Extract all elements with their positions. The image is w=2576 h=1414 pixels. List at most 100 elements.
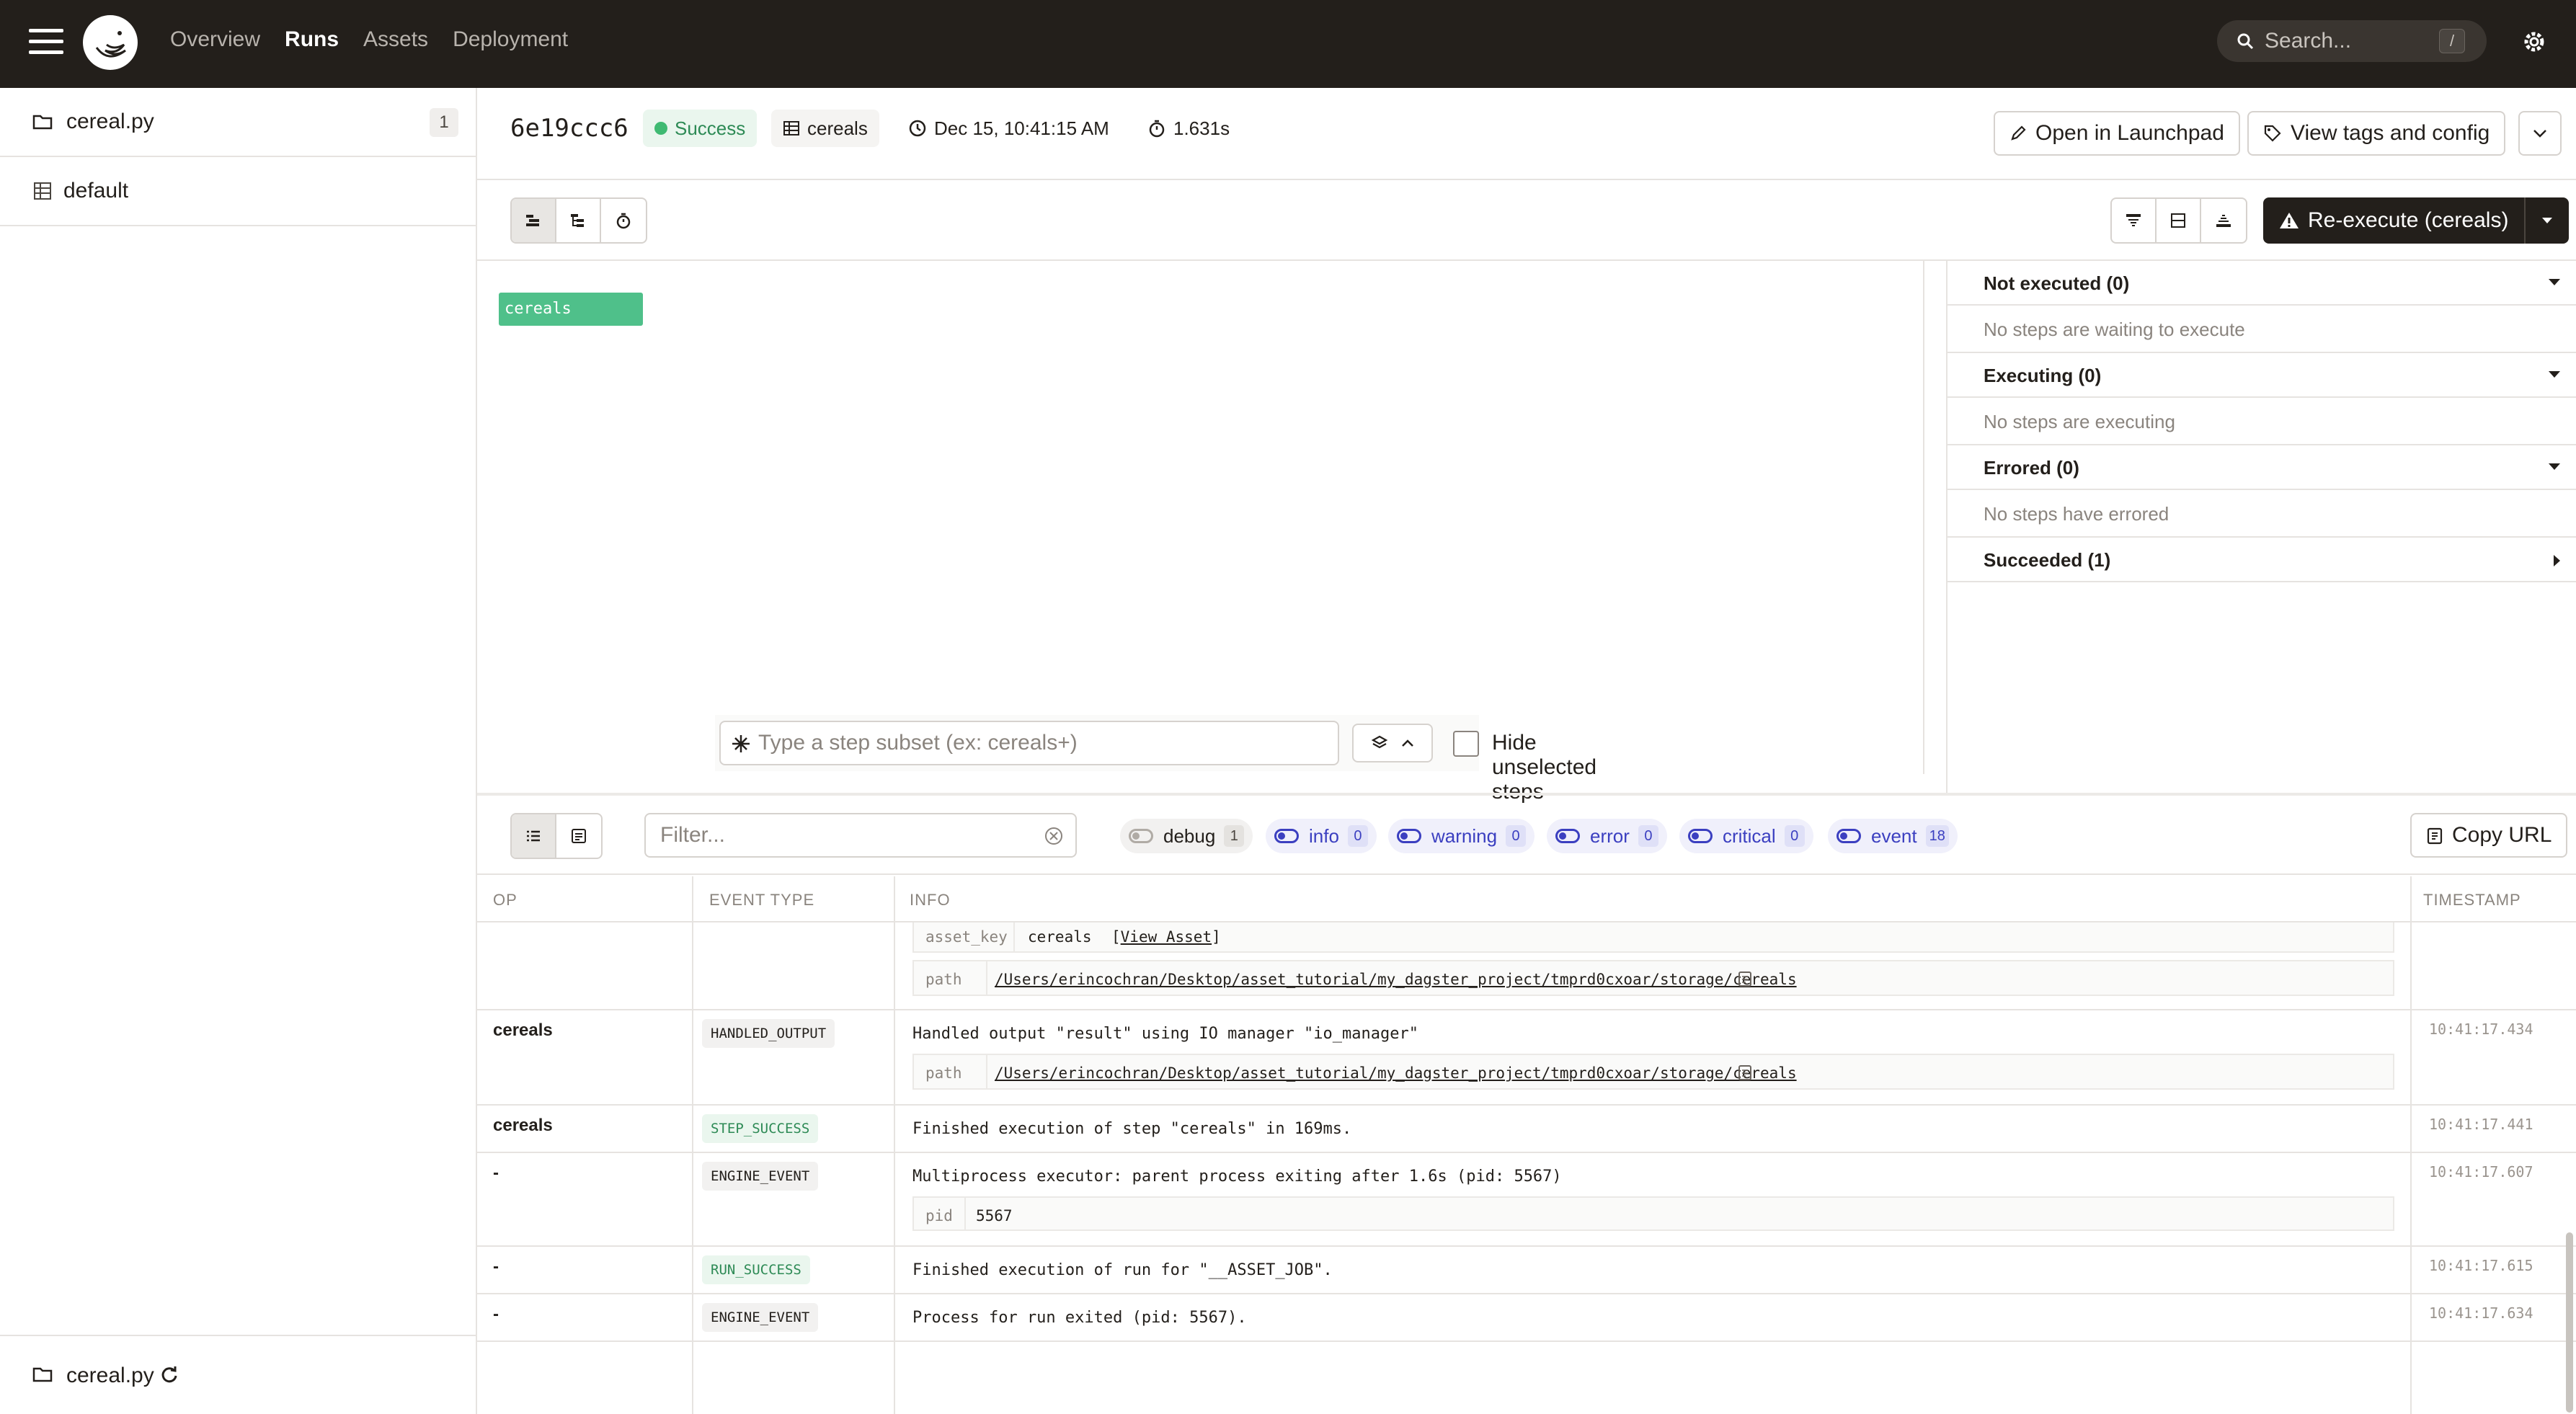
view-tags-config-button[interactable]: View tags and config — [2247, 111, 2506, 156]
view-mode-toggle — [510, 197, 647, 244]
column-header-timestamp: TIMESTAMP — [2423, 891, 2521, 909]
re-execute-button[interactable]: Re-execute (cereals) — [2263, 197, 2570, 244]
timer-view-icon[interactable] — [601, 199, 646, 242]
errored-title: Errored (0) — [1984, 457, 2079, 479]
chevron-up-icon — [1402, 739, 1413, 747]
table-row[interactable]: asset_key cereals [View Asset] path /Use… — [477, 922, 2576, 1010]
table-row[interactable]: cereals STEP_SUCCESS Finished execution … — [477, 1106, 2576, 1153]
copy-url-button[interactable]: Copy URL — [2410, 813, 2568, 858]
table-row[interactable]: - ENGINE_EVENT Multiprocess executor: pa… — [477, 1153, 2576, 1247]
caret-down-icon — [2549, 279, 2560, 285]
table-row[interactable]: cereals HANDLED_OUTPUT Handled output "r… — [477, 1010, 2576, 1106]
re-execute-dropdown[interactable] — [2526, 197, 2569, 244]
sidebar-item-default[interactable]: default — [0, 157, 476, 226]
toggle-on-icon — [1688, 829, 1713, 843]
waterfall-view-icon[interactable] — [512, 199, 556, 242]
layout-toggle — [2110, 197, 2247, 244]
expand-top-icon[interactable] — [2112, 199, 2157, 242]
step-bar-cereals[interactable]: cereals — [499, 293, 643, 326]
open-launchpad-label: Open in Launchpad — [2035, 121, 2224, 145]
level-toggle-error[interactable]: error 0 — [1547, 819, 1667, 853]
succeeded-header[interactable]: Succeeded (1) — [1947, 538, 2576, 582]
errored-header[interactable]: Errored (0) — [1947, 445, 2576, 490]
metadata-key: path — [925, 1064, 962, 1082]
code-location-footer[interactable]: cereal.py — [0, 1335, 476, 1414]
raw-logs-icon[interactable] — [556, 814, 601, 858]
path-link[interactable]: /Users/erincochran/Desktop/asset_tutoria… — [995, 1064, 1797, 1082]
structured-list-icon[interactable] — [512, 814, 556, 858]
search-input[interactable]: Search... / — [2217, 20, 2487, 62]
run-id: 6e19ccc6 — [510, 114, 629, 143]
re-execute-main[interactable]: Re-execute (cereals) — [2263, 197, 2526, 244]
success-dot-icon — [654, 122, 667, 135]
metadata-pid: pid 5567 — [912, 1196, 2394, 1231]
duration-tag: 1.631s — [1136, 110, 1242, 147]
level-count: 18 — [1925, 825, 1949, 847]
nav-runs[interactable]: Runs — [285, 27, 339, 52]
job-tag[interactable]: cereals — [771, 110, 879, 147]
level-label: debug — [1163, 824, 1216, 847]
clipboard-icon — [2427, 827, 2443, 845]
log-op: - — [493, 1163, 499, 1183]
not-executed-header[interactable]: Not executed (0) — [1947, 261, 2576, 306]
status-label: Success — [675, 117, 746, 139]
expand-bottom-icon[interactable] — [2201, 199, 2246, 242]
step-subset-input[interactable]: Type a step subset (ex: cereals+) — [719, 721, 1339, 765]
event-type-badge: HANDLED_OUTPUT — [702, 1019, 835, 1048]
metadata-path: path /Users/erincochran/Desktop/asset_tu… — [912, 960, 2394, 996]
copy-icon[interactable] — [1737, 1064, 1753, 1081]
metadata-key: path — [925, 971, 962, 988]
level-toggle-info[interactable]: info 0 — [1266, 819, 1377, 853]
copy-icon[interactable] — [1737, 970, 1753, 987]
log-filter-input[interactable]: Filter... — [644, 813, 1077, 858]
view-asset-link[interactable]: [View Asset] — [1111, 928, 1221, 946]
toggle-on-icon — [1836, 829, 1861, 843]
level-toggle-event[interactable]: event 18 — [1828, 819, 1958, 853]
log-timestamp: 10:41:17.615 — [2429, 1257, 2533, 1274]
run-header: 6e19ccc6 Success cereals Dec 15, 10:41:1… — [477, 88, 2576, 180]
waterfall-tree-view-icon[interactable] — [556, 199, 601, 242]
step-layers-dropdown[interactable] — [1352, 724, 1433, 762]
level-label: event — [1871, 824, 1917, 847]
hamburger-menu-icon[interactable] — [29, 29, 63, 58]
level-count: 0 — [1347, 825, 1368, 847]
gear-icon[interactable] — [2521, 29, 2547, 55]
level-count: 1 — [1224, 825, 1245, 847]
level-label: critical — [1723, 824, 1776, 847]
more-actions-button[interactable] — [2518, 111, 2562, 156]
nav-assets[interactable]: Assets — [363, 27, 428, 52]
sidebar-item-label: cereal.py — [66, 110, 154, 133]
clear-filter-icon[interactable] — [1044, 826, 1064, 846]
reload-icon[interactable] — [160, 1365, 179, 1384]
level-toggle-warning[interactable]: warning 0 — [1388, 819, 1535, 853]
dagster-logo-icon[interactable] — [81, 13, 140, 72]
event-type-badge: RUN_SUCCESS — [702, 1255, 810, 1284]
hide-unselected-checkbox[interactable] — [1453, 731, 1479, 757]
toggle-on-icon — [1397, 829, 1421, 843]
path-link[interactable]: /Users/erincochran/Desktop/asset_tutoria… — [995, 971, 1797, 988]
split-layout-icon[interactable] — [2157, 199, 2201, 242]
log-message: Multiprocess executor: parent process ex… — [912, 1168, 1562, 1186]
executing-header[interactable]: Executing (0) — [1947, 353, 2576, 398]
nav-deployment[interactable]: Deployment — [453, 27, 568, 52]
sidebar-item-cereal-py[interactable]: cereal.py 1 — [0, 88, 476, 157]
folder-icon — [32, 1367, 53, 1382]
column-header-op: OP — [493, 891, 518, 909]
log-scrollbar[interactable] — [2566, 1232, 2573, 1413]
metadata-asset-key: asset_key cereals [View Asset] — [912, 922, 2394, 953]
table-row[interactable]: - ENGINE_EVENT Process for run exited (p… — [477, 1294, 2576, 1342]
errored-body: No steps have errored — [1947, 490, 2576, 538]
event-type-badge: ENGINE_EVENT — [702, 1303, 819, 1332]
step-subset-bar: Type a step subset (ex: cereals+) Hide u… — [715, 715, 1596, 804]
log-table-header: OP EVENT TYPE INFO TIMESTAMP — [477, 876, 2576, 922]
level-toggle-debug[interactable]: debug 1 — [1120, 819, 1253, 853]
log-table: OP EVENT TYPE INFO TIMESTAMP asset_key c… — [477, 876, 2576, 1414]
level-toggle-critical[interactable]: critical 0 — [1679, 819, 1813, 853]
open-launchpad-button[interactable]: Open in Launchpad — [1994, 111, 2240, 156]
pencil-icon — [2011, 125, 2026, 141]
caret-down-icon — [2549, 371, 2560, 378]
start-time: Dec 15, 10:41:15 AM — [934, 117, 1109, 139]
nav-overview[interactable]: Overview — [170, 27, 260, 52]
top-navigation-bar: Overview Runs Assets Deployment Search..… — [0, 0, 2576, 88]
table-row[interactable]: - RUN_SUCCESS Finished execution of run … — [477, 1247, 2576, 1294]
